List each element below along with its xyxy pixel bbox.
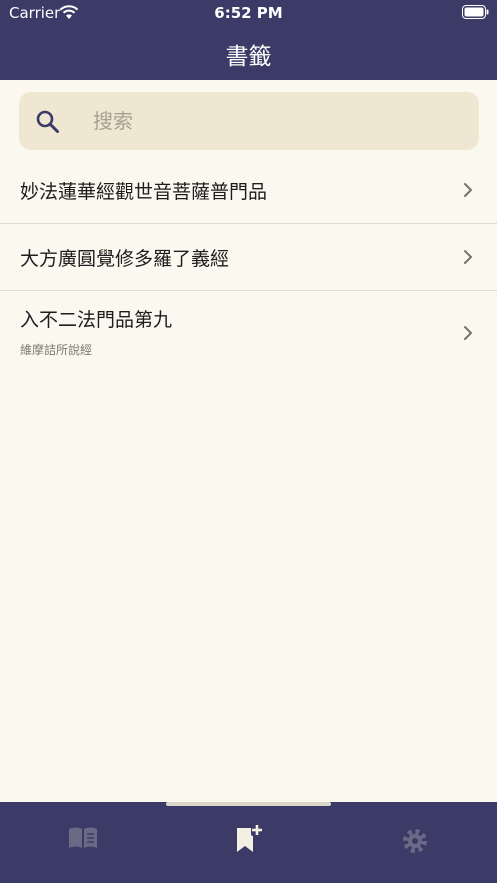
gear-icon: [402, 829, 427, 853]
bookmark-title: 大方廣圓覺修多羅了義經: [20, 248, 230, 270]
chevron-right-icon: [464, 326, 472, 340]
bookmark-subtitle: 維摩詰所說經: [20, 343, 93, 357]
chevron-right-icon: [464, 250, 472, 264]
bookmark-title: 妙法蓮華經觀世音菩薩普門品: [20, 181, 268, 203]
bookmark-row[interactable]: 大方廣圓覺修多羅了義經: [0, 224, 497, 291]
status-bar: Carrier 6:52 PM: [0, 0, 497, 26]
book-icon: [68, 827, 97, 848]
tab-reader[interactable]: [0, 802, 165, 883]
tab-bar: [0, 802, 497, 883]
bookmark-add-icon: [236, 824, 263, 852]
status-time: 6:52 PM: [214, 4, 283, 22]
search-icon: [36, 110, 59, 133]
page-title: 書籤: [225, 44, 272, 70]
selected-tab-indicator: [166, 802, 331, 806]
chevron-right-icon: [464, 183, 472, 197]
tab-settings[interactable]: [332, 802, 497, 883]
navigation-bar: 書籤: [0, 26, 497, 80]
bookmark-title: 入不二法門品第九: [20, 309, 173, 331]
search-bar[interactable]: [19, 92, 479, 150]
bookmark-list: 妙法蓮華經觀世音菩薩普門品 大方廣圓覺修多羅了義經 入不二法門品第九 維摩詰所說…: [0, 157, 497, 375]
search-input[interactable]: [93, 102, 463, 140]
battery-icon: [462, 5, 489, 19]
bookmark-row[interactable]: 入不二法門品第九 維摩詰所說經: [0, 291, 497, 375]
bookmark-row[interactable]: 妙法蓮華經觀世音菩薩普門品: [0, 157, 497, 224]
tab-bookmarks[interactable]: [166, 802, 331, 883]
